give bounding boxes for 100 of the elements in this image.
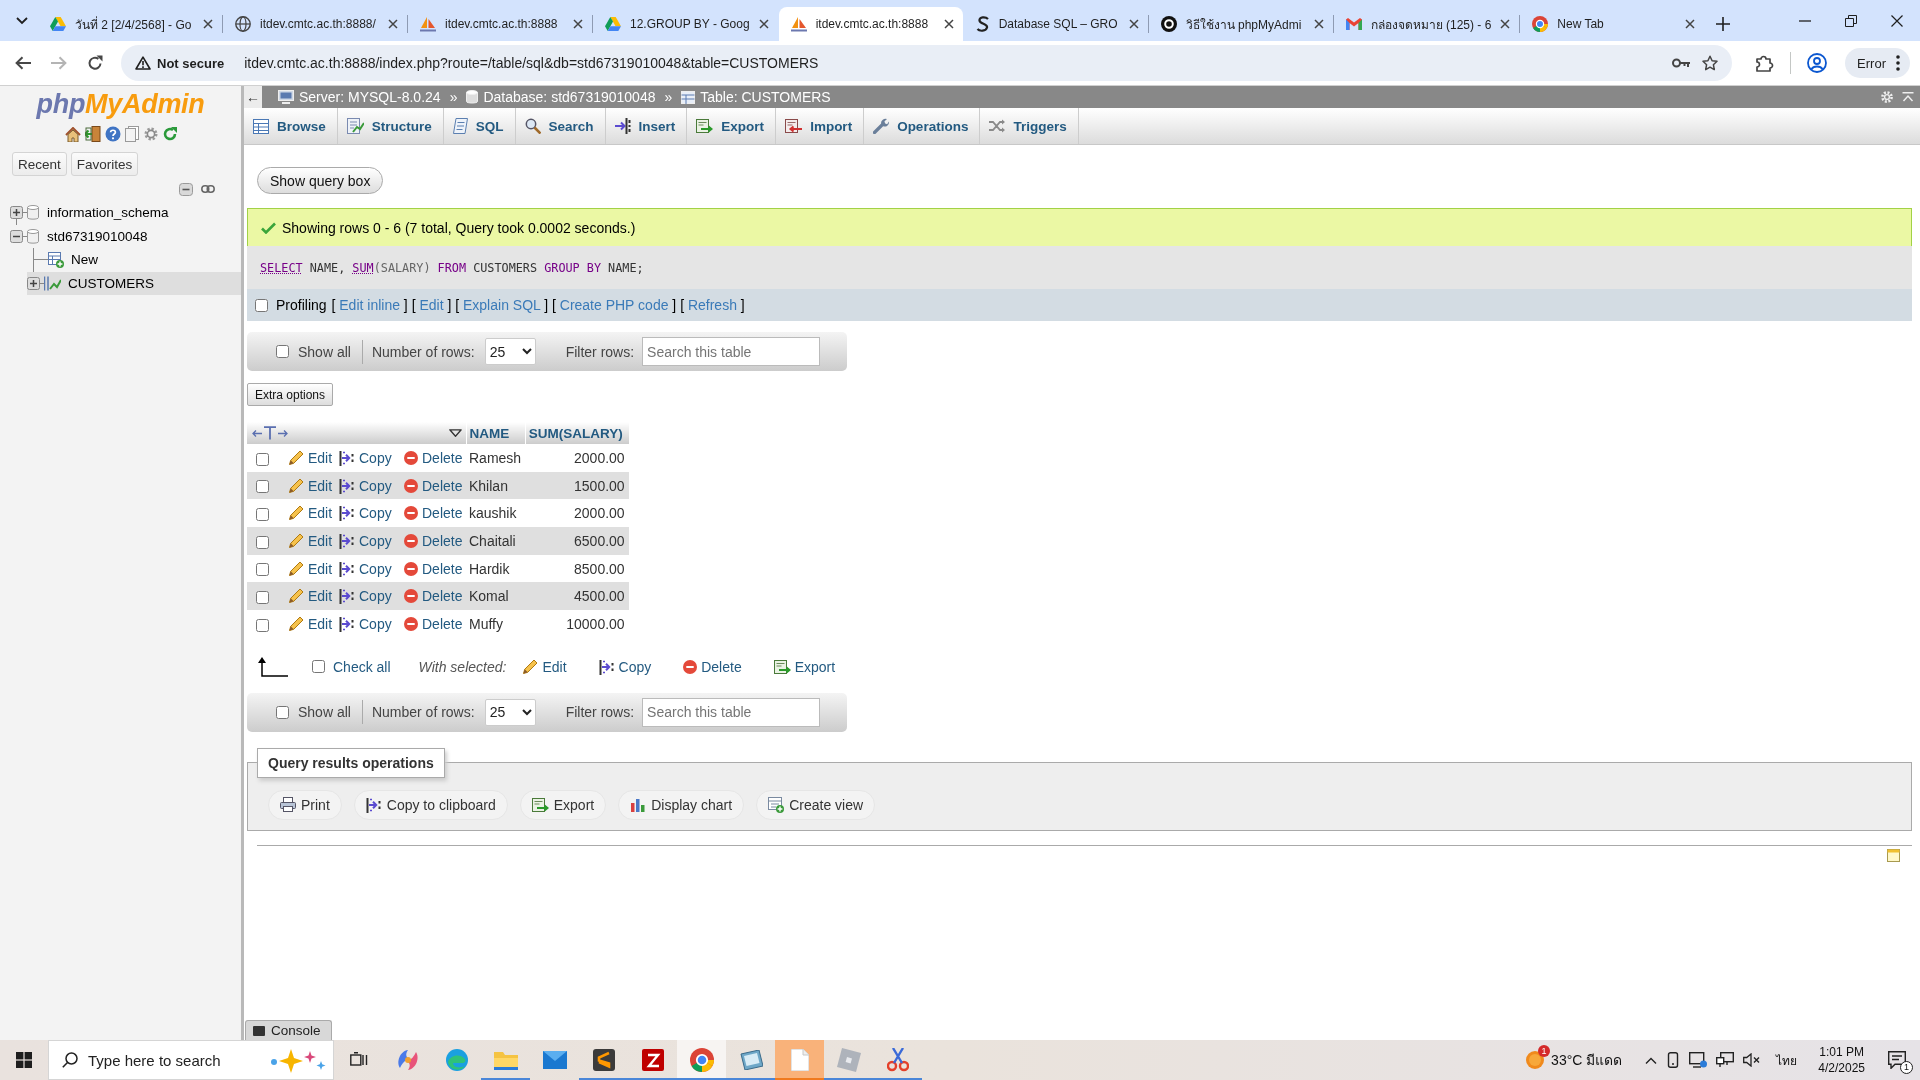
breadcrumb-link[interactable]: Database: std67319010048: [466, 89, 656, 105]
row-checkbox[interactable]: [256, 618, 269, 632]
close-icon[interactable]: [573, 19, 583, 29]
menu-tab[interactable]: Structure: [337, 108, 444, 144]
plus-box-icon[interactable]: [27, 276, 40, 290]
rows-select[interactable]: 25: [484, 338, 536, 365]
weather-text[interactable]: 33°C มีแดด: [1551, 1049, 1623, 1071]
copy-link[interactable]: Copy: [339, 505, 404, 522]
minimize-icon[interactable]: [1799, 19, 1811, 22]
row-checkbox[interactable]: [256, 452, 269, 466]
browser-tab[interactable]: วิธีใช้งาน phpMyAdmi: [1148, 7, 1333, 41]
profile-icon[interactable]: [1807, 53, 1828, 73]
taskbar-button[interactable]: [677, 1040, 726, 1080]
show-all-checkbox[interactable]: [276, 345, 289, 358]
copy-link[interactable]: Copy: [339, 449, 404, 466]
browser-tab[interactable]: itdev.cmtc.ac.th:8888/: [223, 7, 407, 41]
browser-tab[interactable]: กล่องจดหมาย (125) - 6: [1333, 7, 1520, 41]
copy-link[interactable]: Copy: [339, 560, 404, 577]
tree-item[interactable]: New: [27, 248, 241, 272]
breadcrumb-link[interactable]: Server: MYSQL-8.0.24: [278, 89, 441, 105]
note-icon[interactable]: [1887, 848, 1900, 862]
create-view-button[interactable]: Create view: [756, 789, 876, 820]
menu-tab[interactable]: Import: [776, 108, 865, 144]
display-chart-button[interactable]: Display chart: [618, 789, 745, 820]
menu-tab[interactable]: SQL: [443, 108, 516, 144]
menu-tab[interactable]: Triggers: [980, 108, 1079, 144]
exit-door-icon[interactable]: [84, 126, 101, 142]
profiling-label[interactable]: Profiling: [276, 297, 327, 313]
check-all-label[interactable]: Check all: [333, 658, 391, 675]
close-icon[interactable]: [388, 19, 398, 29]
edit-link[interactable]: Edit: [288, 449, 339, 466]
print-button[interactable]: Print: [268, 789, 342, 820]
tree-item[interactable]: information_schema: [0, 201, 241, 225]
show-all-label[interactable]: Show all: [298, 704, 351, 721]
browser-tab[interactable]: 12.GROUP BY - Goog: [593, 7, 778, 41]
language-indicator[interactable]: ไทย: [1776, 1050, 1798, 1070]
delete-link[interactable]: Delete: [404, 560, 466, 577]
show-query-box-button[interactable]: Show query box: [257, 167, 384, 194]
phone-icon[interactable]: [1666, 1052, 1681, 1068]
puzzle-icon[interactable]: [1756, 54, 1775, 72]
new-tab-icon[interactable]: [1716, 17, 1731, 31]
menu-tab[interactable]: Browse: [244, 108, 338, 144]
speaker-muted-icon[interactable]: [1743, 1053, 1762, 1067]
filter-field[interactable]: Search this table: [642, 697, 821, 727]
export-button[interactable]: Export: [773, 658, 836, 675]
close-icon[interactable]: [1313, 19, 1324, 29]
edit-link[interactable]: Edit: [288, 615, 339, 632]
tree-item[interactable]: CUSTOMERS: [27, 271, 241, 295]
taskbar-search-field[interactable]: Type here to search: [48, 1040, 334, 1080]
close-icon[interactable]: [1891, 14, 1903, 27]
edit-link[interactable]: Edit: [288, 560, 339, 577]
close-icon[interactable]: [943, 19, 954, 29]
plus-box-icon[interactable]: [10, 206, 23, 220]
network-icon[interactable]: [1716, 1052, 1735, 1068]
delete-link[interactable]: Delete: [404, 505, 466, 522]
key-icon[interactable]: [1672, 58, 1691, 68]
close-icon[interactable]: [758, 19, 769, 29]
logo[interactable]: phpMyAdmin: [35, 89, 206, 120]
settings-icon[interactable]: [1880, 90, 1894, 104]
copy-link[interactable]: Copy: [339, 615, 404, 632]
minus-box-icon[interactable]: [10, 229, 23, 243]
task-view-icon[interactable]: [349, 1052, 368, 1068]
row-checkbox[interactable]: [256, 591, 269, 605]
clock-time[interactable]: 1:01 PM: [1819, 1044, 1864, 1060]
notification-icon[interactable]: [1888, 1051, 1906, 1069]
link-icon[interactable]: [201, 185, 215, 193]
row-checkbox[interactable]: [256, 480, 269, 494]
browser-tab[interactable]: itdev.cmtc.ac.th:8888: [408, 7, 592, 41]
menu-tab[interactable]: Operations: [864, 108, 981, 144]
address-field[interactable]: Not secure itdev.cmtc.ac.th:8888/index.php?route=/table/sql&db=std67319010048&table=CUSTOMERS: [121, 45, 1733, 81]
help-icon[interactable]: [104, 126, 121, 142]
start-icon[interactable]: [16, 1052, 32, 1068]
close-icon[interactable]: [203, 19, 213, 29]
show-all-checkbox[interactable]: [276, 705, 289, 719]
star-icon[interactable]: [1702, 55, 1719, 71]
menu-tab[interactable]: Search: [515, 108, 606, 144]
browser-tab[interactable]: New Tab: [1520, 7, 1705, 41]
home-icon[interactable]: [64, 126, 81, 142]
close-icon[interactable]: [1685, 19, 1696, 29]
edit-button[interactable]: Edit: [522, 658, 567, 675]
browser-tab[interactable]: วันที่ 2 [2/4/2568] - Go: [38, 7, 222, 41]
back-arrow-icon[interactable]: [15, 56, 31, 70]
delete-link[interactable]: Delete: [404, 615, 466, 632]
delete-button[interactable]: Delete: [683, 658, 742, 675]
column-header[interactable]: NAME: [466, 422, 526, 444]
browser-tab[interactable]: Database SQL – GRO: [963, 7, 1148, 41]
delete-link[interactable]: Delete: [404, 449, 466, 466]
left-right-arrows-icon[interactable]: [252, 426, 288, 440]
check-all-checkbox[interactable]: [312, 660, 325, 674]
favorites-button[interactable]: Favorites: [70, 152, 139, 176]
filter-field[interactable]: Search this table: [642, 337, 821, 366]
breadcrumb-link[interactable]: Table: CUSTOMERS: [681, 89, 831, 105]
sun-icon[interactable]: [1525, 1050, 1546, 1070]
caret-up-icon[interactable]: [1645, 1056, 1658, 1064]
menu-tab[interactable]: Export: [687, 108, 777, 144]
url-text[interactable]: itdev.cmtc.ac.th:8888/index.php?route=/table/sql&db=std67319010048&table=CUSTOMERS: [244, 55, 819, 71]
security-chip[interactable]: Not secure: [127, 49, 233, 77]
collapse-icon[interactable]: [1902, 92, 1914, 102]
row-checkbox[interactable]: [256, 508, 269, 521]
profiling-checkbox[interactable]: [255, 298, 268, 312]
